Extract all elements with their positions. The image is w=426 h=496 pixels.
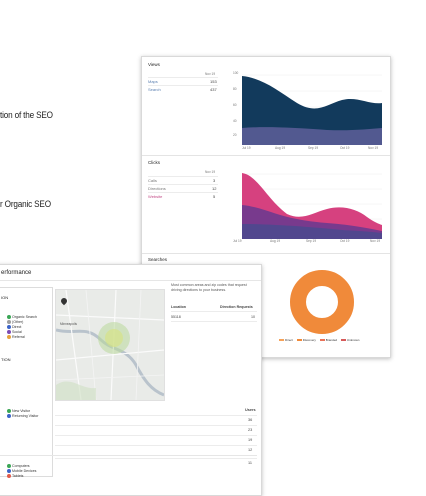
devices-legend-item: Tablets <box>7 474 23 479</box>
location-header: Location <box>171 305 186 309</box>
side-text-line1: tion of the SEO <box>0 110 53 121</box>
users-value: 12 <box>248 448 253 452</box>
direction-requests-header: Direction Requests <box>220 305 253 309</box>
clicks-row-directions-label: Directions <box>148 186 166 191</box>
views-y-tick: 20 <box>233 133 237 137</box>
views-x-tick: Oct 19 <box>340 146 350 150</box>
views-title: Views <box>148 62 160 67</box>
clicks-row-website-label: Website <box>148 194 163 199</box>
views-maps-area <box>242 127 382 145</box>
views-y-tick: 60 <box>233 103 237 107</box>
views-x-tick: Sep 19 <box>308 146 319 150</box>
users-legend-item: Returning Visitor <box>7 414 39 419</box>
devices-legend-item: Computers <box>7 464 30 469</box>
clicks-x-tick: Aug 19 <box>270 239 281 243</box>
acq-legend-item: Organic Search <box>7 315 37 320</box>
acq-legend-item: Social <box>7 330 22 335</box>
users-type-title: TION <box>1 357 11 362</box>
users-legend-item: New Visitor <box>7 409 30 414</box>
acq-legend-item: (Other) <box>7 320 23 325</box>
side-text-line2: r Organic SEO <box>0 199 51 210</box>
location-count: 10 <box>251 315 255 319</box>
searches-title: Searches <box>148 257 168 262</box>
views-x-tick: Nov 19 <box>368 146 379 150</box>
map-city-label: Minneapolis <box>60 322 78 326</box>
clicks-col-header: Nov 19 <box>205 170 216 174</box>
clicks-row-calls-value: 3 <box>213 178 216 183</box>
views-row-maps-label: Maps <box>148 79 158 84</box>
views-row-search-value: 437 <box>210 87 217 92</box>
clicks-x-tick: Jul 19 <box>233 239 242 243</box>
clicks-x-tick: Oct 19 <box>340 239 350 243</box>
directions-description: Most common areas and zip codes that req… <box>171 283 247 293</box>
users-value: 23 <box>248 428 253 432</box>
searches-legend: Direct Discovery Branded Unknown <box>279 338 359 342</box>
views-area-chart <box>242 74 382 145</box>
directions-map[interactable]: Minneapolis <box>55 289 165 401</box>
acquisition-title: ION <box>1 295 9 300</box>
searches-donut-chart <box>290 270 354 334</box>
views-y-tick: 100 <box>233 71 239 75</box>
acq-legend-item: Referral <box>7 335 25 340</box>
location-zip: 55118 <box>171 315 181 319</box>
clicks-row-directions-value: 12 <box>212 186 217 191</box>
users-value: 36 <box>248 418 253 422</box>
performance-title: erformance <box>1 270 32 276</box>
views-row-search-label: Search <box>148 87 161 92</box>
views-y-tick: 80 <box>233 87 237 91</box>
clicks-area-chart <box>242 173 382 239</box>
views-y-tick: 40 <box>233 119 237 123</box>
views-col-header: Nov 19 <box>205 72 216 76</box>
users-value: 11 <box>248 461 252 465</box>
users-value: 19 <box>248 438 253 442</box>
performance-report-page: erformance ION Organic Search (Other) Di… <box>0 264 262 496</box>
views-row-maps-value: 153 <box>210 79 217 84</box>
views-x-tick: Aug 19 <box>275 146 286 150</box>
acq-legend-item: Direct <box>7 325 21 330</box>
clicks-x-tick: Nov 19 <box>370 239 381 243</box>
clicks-x-tick: Sep 19 <box>306 239 317 243</box>
clicks-row-calls-label: Calls <box>148 178 157 183</box>
views-x-tick: Jul 19 <box>242 146 251 150</box>
users-header: Users <box>245 408 256 412</box>
devices-legend-item: Mobile Devices <box>7 469 36 474</box>
clicks-title: Clicks <box>148 160 160 165</box>
clicks-row-website-value: 5 <box>213 194 216 199</box>
